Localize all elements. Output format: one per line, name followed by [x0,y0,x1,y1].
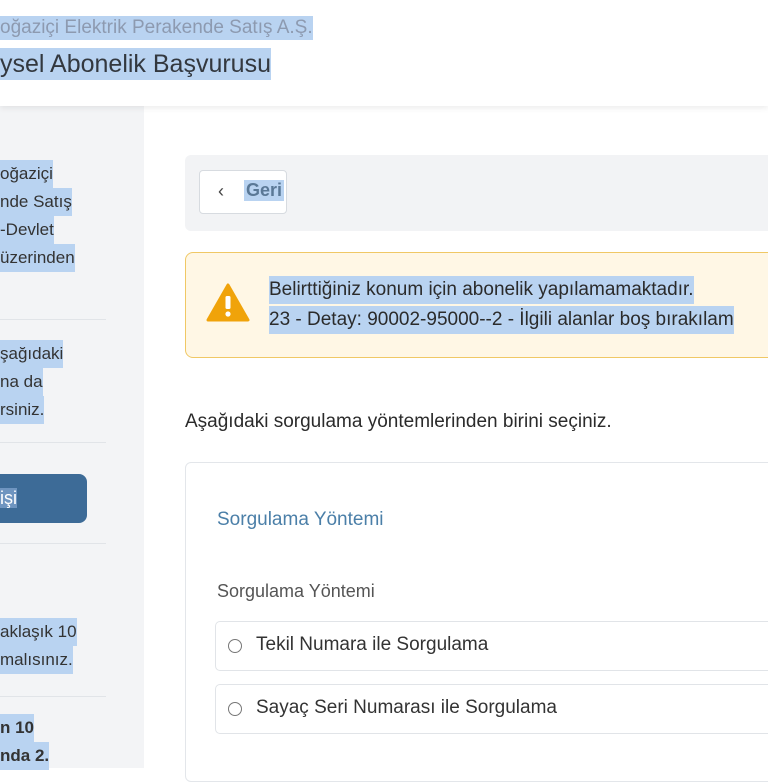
sidebar-action-button[interactable]: işi [0,474,87,523]
alert-message: Belirttiğiniz konum için abonelik yapıla… [269,276,694,304]
option-label: Sayaç Seri Numarası ile Sorgulama [256,697,557,718]
sidebar-text-line: üzerinden [0,244,75,272]
radio-empty-icon[interactable] [228,639,242,653]
sidebar-text-line: oğaziçi [0,160,53,188]
page-header: oğaziçi Elektrik Perakende Satış A.Ş. ys… [0,0,768,106]
back-button-label: Geri [244,180,285,201]
sidebar-info-block: n 10 nda 2. [0,714,50,770]
sidebar-text-line: şağıdaki [0,340,64,368]
back-button[interactable]: ‹ Geri [199,170,287,214]
sidebar: oğaziçi nde Satış -Devlet üzerinden şağı… [0,106,144,770]
card-title: Sorgulama Yöntemi [217,509,384,530]
sidebar-info-block: şağıdaki na da rsiniz. [0,340,64,424]
sidebar-text-line: malısınız. [0,646,73,674]
sidebar-info-block: aklaşık 10 malısınız. [0,618,77,674]
sidebar-text-line: na da [0,368,43,396]
page-title: ysel Abonelik Başvurusu [0,48,271,80]
warning-triangle-icon [206,283,250,322]
query-method-label: Sorgulama Yöntemi [217,581,375,601]
alert-detail: 23 - Detay: 90002-95000--2 - İlgili alan… [269,306,734,334]
main-content: ‹ Geri Belirttiğiniz konum için abonelik… [144,106,768,782]
sidebar-divider [0,319,106,320]
sidebar-text-line: nda 2. [0,742,50,770]
query-method-card: Sorgulama Yöntemi Sorgulama Yöntemi Teki… [185,462,768,782]
sidebar-divider [0,543,106,544]
sidebar-text-line: aklaşık 10 [0,618,77,646]
sidebar-text-line: rsiniz. [0,396,45,424]
sidebar-divider [0,696,106,697]
radio-empty-icon[interactable] [228,702,242,716]
sidebar-info-block: oğaziçi nde Satış -Devlet üzerinden [0,160,75,272]
sidebar-text-line: -Devlet [0,216,54,244]
company-name: oğaziçi Elektrik Perakende Satış A.Ş. [0,16,313,40]
sidebar-text-line: nde Satış [0,188,72,216]
query-instruction: Aşağıdaki sorgulama yöntemlerinden birin… [185,411,612,432]
option-label: Tekil Numara ile Sorgulama [256,634,489,655]
sidebar-text-line: n 10 [0,714,35,742]
sidebar-action-label: işi [0,488,17,508]
warning-alert: Belirttiğiniz konum için abonelik yapıla… [185,252,768,358]
sidebar-divider [0,442,106,443]
option-unique-number[interactable]: Tekil Numara ile Sorgulama [215,621,768,671]
chevron-left-icon: ‹ [218,181,224,201]
back-bar: ‹ Geri [185,155,768,231]
option-meter-serial[interactable]: Sayaç Seri Numarası ile Sorgulama [215,684,768,734]
